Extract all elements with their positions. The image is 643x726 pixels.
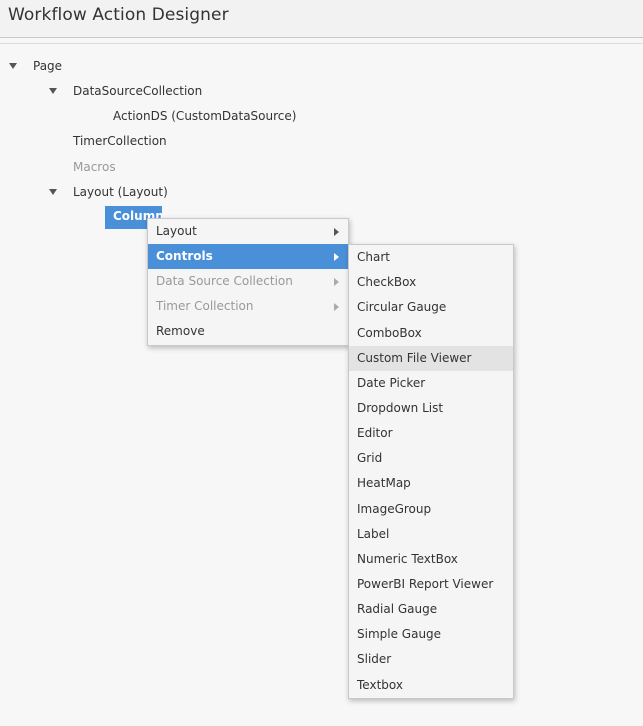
title-bar: Workflow Action Designer [0, 0, 643, 38]
menu-item-label: Remove [156, 324, 205, 338]
tree-node-data-source-collection[interactable]: DataSourceCollection [73, 83, 202, 99]
submenu-item-editor[interactable]: Editor [349, 421, 513, 446]
menu-item-label: Timer Collection [156, 299, 254, 313]
submenu-item-dropdown-list[interactable]: Dropdown List [349, 396, 513, 421]
submenu-item-combobox[interactable]: ComboBox [349, 321, 513, 346]
submenu-arrow-icon [334, 303, 339, 311]
menu-item-data-source-collection[interactable]: Data Source Collection [148, 269, 348, 294]
submenu-item-slider[interactable]: Slider [349, 647, 513, 672]
menu-item-layout[interactable]: Layout [148, 219, 348, 244]
submenu-item-circular-gauge[interactable]: Circular Gauge [349, 295, 513, 320]
window-title: Workflow Action Designer [8, 5, 229, 25]
divider [0, 43, 643, 44]
context-menu: Layout Controls Data Source Collection T… [147, 218, 349, 346]
submenu-arrow-icon [334, 278, 339, 286]
tree-node-macros[interactable]: Macros [73, 159, 116, 175]
tree-node-layout[interactable]: Layout (Layout) [73, 184, 168, 200]
submenu-item-label[interactable]: Label [349, 522, 513, 547]
submenu-item-powerbi-report-viewer[interactable]: PowerBI Report Viewer [349, 572, 513, 597]
submenu-item-numeric-textbox[interactable]: Numeric TextBox [349, 547, 513, 572]
tree-node-timer-collection[interactable]: TimerCollection [73, 133, 167, 149]
submenu-item-imagegroup[interactable]: ImageGroup [349, 497, 513, 522]
submenu-item-chart[interactable]: Chart [349, 245, 513, 270]
tree-node-page[interactable]: Page [33, 58, 62, 74]
menu-item-label: Controls [156, 249, 213, 263]
submenu-arrow-icon [334, 228, 339, 236]
submenu-arrow-icon [334, 253, 339, 261]
tree-node-action-ds[interactable]: ActionDS (CustomDataSource) [113, 108, 296, 124]
submenu-item-simple-gauge[interactable]: Simple Gauge [349, 622, 513, 647]
menu-item-remove[interactable]: Remove [148, 319, 348, 344]
submenu-item-date-picker[interactable]: Date Picker [349, 371, 513, 396]
submenu-item-custom-file-viewer[interactable]: Custom File Viewer [349, 346, 513, 371]
submenu-item-heatmap[interactable]: HeatMap [349, 471, 513, 496]
submenu-item-checkbox[interactable]: CheckBox [349, 270, 513, 295]
submenu-item-radial-gauge[interactable]: Radial Gauge [349, 597, 513, 622]
menu-item-label: Layout [156, 224, 197, 238]
submenu-item-grid[interactable]: Grid [349, 446, 513, 471]
menu-item-controls[interactable]: Controls [148, 244, 348, 269]
expand-caret-icon[interactable] [49, 88, 57, 94]
expand-caret-icon[interactable] [49, 189, 57, 195]
controls-submenu: Chart CheckBox Circular Gauge ComboBox C… [348, 244, 514, 699]
expand-caret-icon[interactable] [9, 63, 17, 69]
menu-item-timer-collection[interactable]: Timer Collection [148, 294, 348, 319]
menu-item-label: Data Source Collection [156, 274, 293, 288]
submenu-item-textbox[interactable]: Textbox [349, 673, 513, 698]
